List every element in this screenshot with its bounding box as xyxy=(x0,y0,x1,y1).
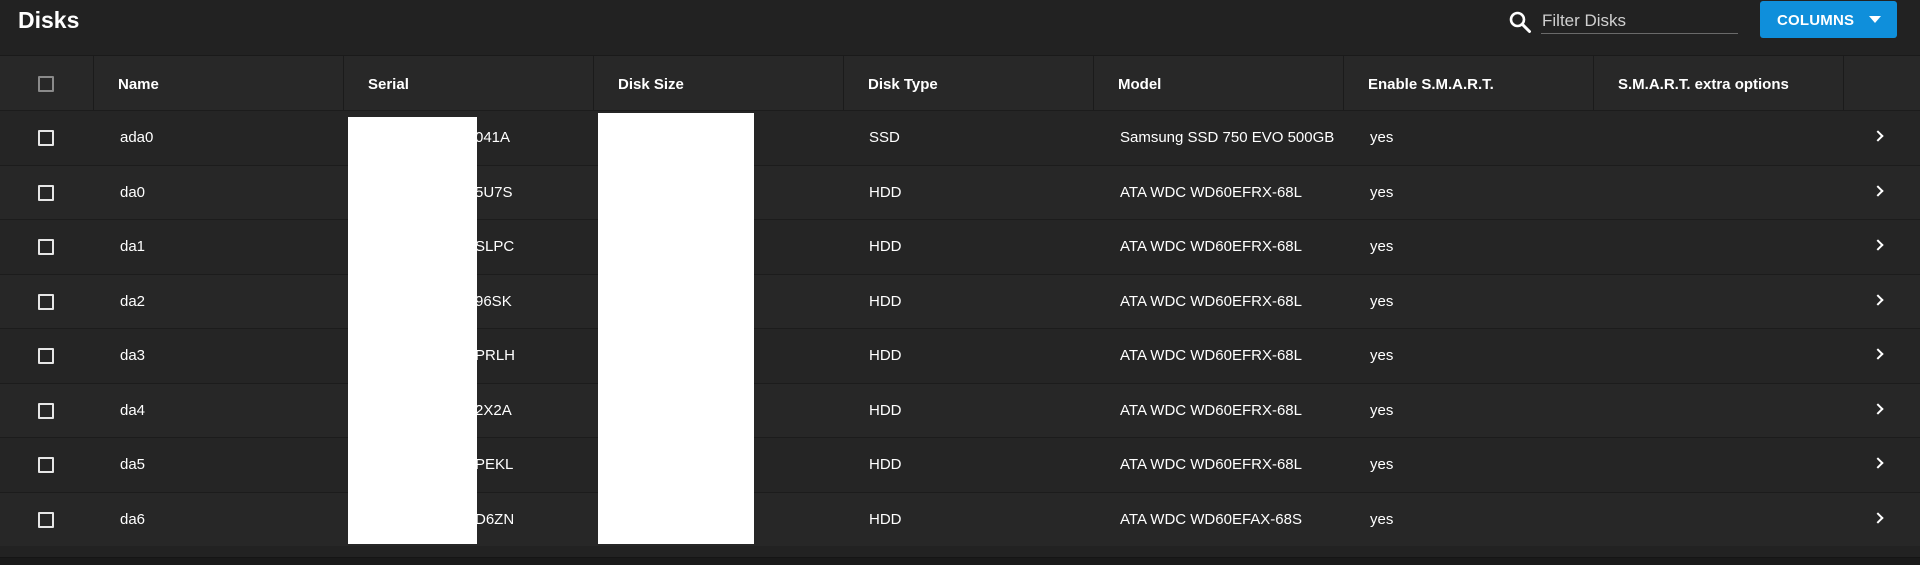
cell-enable-smart: yes xyxy=(1370,183,1394,201)
cell-name: da5 xyxy=(120,456,146,473)
redaction-block-serial xyxy=(348,117,477,544)
cell-serial: 041A xyxy=(475,129,511,146)
cell-serial: PRLH xyxy=(475,347,516,364)
cell-model: ATA WDC WD60EFRX-68L xyxy=(1120,292,1302,310)
column-header-serial[interactable]: Serial xyxy=(344,56,594,111)
column-header-name[interactable]: Name xyxy=(94,56,344,111)
cell-model: ATA WDC WD60EFRX-68L xyxy=(1120,401,1302,419)
table-row[interactable]: da6 D6ZN HDD ATA WDC WD60EFAX-68S yes xyxy=(0,491,1920,546)
chevron-right-icon[interactable] xyxy=(1872,402,1884,415)
table-row[interactable]: da5 PEKL HDD ATA WDC WD60EFRX-68L yes xyxy=(0,437,1920,492)
table-row[interactable]: da3 PRLH HDD ATA WDC WD60EFRX-68L yes xyxy=(0,328,1920,383)
select-all-checkbox[interactable] xyxy=(38,76,54,92)
cell-disk-type: HDD xyxy=(869,456,902,473)
table-header: Name Serial Disk Size Disk Type Model En… xyxy=(0,55,1920,111)
row-checkbox[interactable] xyxy=(38,348,54,364)
chevron-right-icon[interactable] xyxy=(1872,511,1884,524)
cell-disk-type: HDD xyxy=(869,183,902,201)
caret-down-icon[interactable] xyxy=(1869,16,1881,23)
cell-model: ATA WDC WD60EFAX-68S xyxy=(1120,510,1302,528)
cell-name: da4 xyxy=(120,401,146,419)
cell-name: ada0 xyxy=(120,129,154,146)
row-checkbox[interactable] xyxy=(38,184,54,201)
column-header-model[interactable]: Model xyxy=(1094,56,1344,111)
header-select-cell xyxy=(0,56,94,111)
cell-name: da6 xyxy=(120,510,146,528)
filter-disks-input[interactable] xyxy=(1541,6,1738,34)
disks-table: Name Serial Disk Size Disk Type Model En… xyxy=(0,55,1920,546)
columns-button-label: COLUMNS xyxy=(1777,12,1855,29)
table-body: ada0 041A SSD Samsung SSD 750 EVO 500GB … xyxy=(0,110,1920,546)
table-row[interactable]: ada0 041A SSD Samsung SSD 750 EVO 500GB … xyxy=(0,110,1920,165)
row-checkbox[interactable] xyxy=(38,130,54,146)
cell-disk-type: HDD xyxy=(869,292,902,310)
search-icon xyxy=(1509,11,1531,33)
disks-panel: Disks COLUMNS Name Serial Disk Size xyxy=(0,0,1920,558)
cell-model: ATA WDC WD60EFRX-68L xyxy=(1120,238,1302,255)
cell-enable-smart: yes xyxy=(1370,129,1394,146)
chevron-right-icon[interactable] xyxy=(1872,457,1884,469)
cell-serial: D6ZN xyxy=(475,510,515,528)
cell-enable-smart: yes xyxy=(1370,401,1394,419)
column-header-enable-smart[interactable]: Enable S.M.A.R.T. xyxy=(1344,56,1594,111)
cell-name: da3 xyxy=(120,347,146,364)
cell-name: da0 xyxy=(120,183,146,201)
cell-disk-type: SSD xyxy=(869,129,900,146)
cell-model: ATA WDC WD60EFRX-68L xyxy=(1120,456,1302,473)
chevron-right-icon[interactable] xyxy=(1872,130,1884,142)
cell-enable-smart: yes xyxy=(1370,292,1394,310)
table-row[interactable]: da0 5U7S HDD ATA WDC WD60EFRX-68L yes xyxy=(0,164,1920,219)
redaction-block-disk-size xyxy=(598,113,754,544)
columns-button[interactable]: COLUMNS xyxy=(1760,1,1897,38)
cell-model: ATA WDC WD60EFRX-68L xyxy=(1120,183,1302,201)
cell-disk-type: HDD xyxy=(869,510,902,528)
table-row[interactable]: da4 2X2A HDD ATA WDC WD60EFRX-68L yes xyxy=(0,382,1920,437)
cell-enable-smart: yes xyxy=(1370,238,1394,255)
row-checkbox[interactable] xyxy=(38,293,54,310)
cell-serial: 96SK xyxy=(475,292,512,310)
cell-name: da1 xyxy=(120,238,146,255)
cell-model: ATA WDC WD60EFRX-68L xyxy=(1120,347,1302,364)
table-row[interactable]: da2 96SK HDD ATA WDC WD60EFRX-68L yes xyxy=(0,273,1920,328)
cell-serial: 5U7S xyxy=(475,183,513,201)
cell-enable-smart: yes xyxy=(1370,510,1394,528)
table-row[interactable]: da1 SLPC HDD ATA WDC WD60EFRX-68L yes xyxy=(0,219,1920,274)
cell-enable-smart: yes xyxy=(1370,347,1394,364)
chevron-right-icon[interactable] xyxy=(1872,348,1884,360)
column-header-disk-size[interactable]: Disk Size xyxy=(594,56,844,111)
cell-serial: PEKL xyxy=(475,456,514,473)
cell-disk-type: HDD xyxy=(869,401,902,419)
row-checkbox[interactable] xyxy=(38,402,54,419)
column-header-disk-type[interactable]: Disk Type xyxy=(844,56,1094,111)
header-actions-cell xyxy=(1844,56,1920,111)
row-checkbox[interactable] xyxy=(38,511,54,528)
page-title: Disks xyxy=(18,7,80,33)
row-checkbox[interactable] xyxy=(38,457,54,473)
chevron-right-icon[interactable] xyxy=(1872,239,1884,251)
cell-serial: SLPC xyxy=(475,238,515,255)
cell-enable-smart: yes xyxy=(1370,456,1394,473)
chevron-right-icon[interactable] xyxy=(1872,293,1884,306)
cell-serial: 2X2A xyxy=(475,401,512,419)
cell-disk-type: HDD xyxy=(869,347,902,364)
toolbar: Disks COLUMNS xyxy=(0,0,1920,54)
cell-disk-type: HDD xyxy=(869,238,902,255)
cell-model: Samsung SSD 750 EVO 500GB xyxy=(1120,129,1335,146)
column-header-smart-extra-options[interactable]: S.M.A.R.T. extra options xyxy=(1594,56,1844,111)
cell-name: da2 xyxy=(120,292,146,310)
chevron-right-icon[interactable] xyxy=(1872,184,1884,197)
row-checkbox[interactable] xyxy=(38,239,54,255)
